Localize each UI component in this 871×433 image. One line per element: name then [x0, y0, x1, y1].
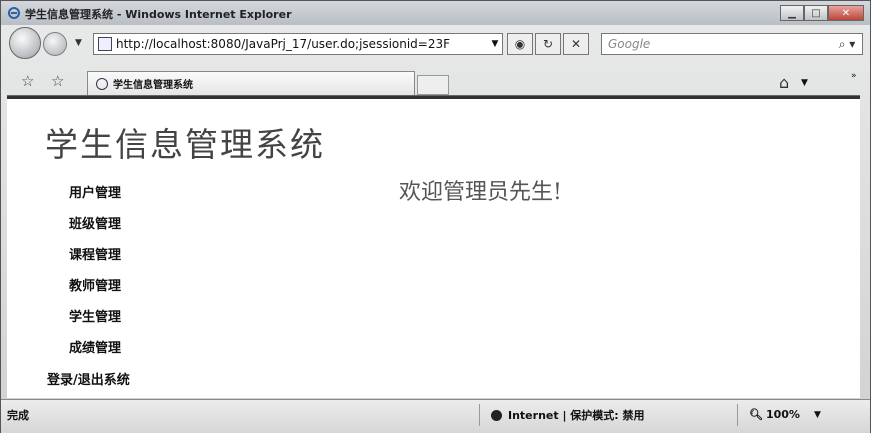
- menu-item-teacher-management[interactable]: 教师管理: [69, 275, 121, 294]
- status-separator: [737, 404, 738, 426]
- refresh-button[interactable]: ↻: [535, 33, 561, 55]
- navigation-bar: ▼ http://localhost:8080/JavaPrj_17/user.…: [1, 25, 870, 65]
- window-controls: ▁ □ ✕: [780, 5, 864, 21]
- menu-item-score-management[interactable]: 成绩管理: [69, 337, 121, 356]
- close-button[interactable]: ✕: [828, 5, 864, 21]
- menu-item-student-management[interactable]: 学生管理: [69, 306, 121, 325]
- add-favorites-icon[interactable]: ☆: [51, 72, 64, 90]
- more-tools-icon[interactable]: »: [851, 71, 857, 81]
- stop-button[interactable]: ✕: [563, 33, 589, 55]
- security-zone[interactable]: Internet | 保护模式: 禁用: [491, 407, 645, 423]
- zoom-dropdown-icon[interactable]: ▼: [814, 410, 821, 420]
- status-text: 完成: [7, 409, 29, 422]
- status-bar: 完成 Internet | 保护模式: 禁用 🔍︎ 100% ▼: [1, 399, 870, 433]
- search-box[interactable]: Google ⌕ ▾: [601, 33, 863, 55]
- forward-button[interactable]: [43, 32, 67, 56]
- search-input[interactable]: Google: [602, 37, 832, 51]
- zoom-control[interactable]: 🔍︎ 100% ▼: [749, 408, 821, 421]
- zoom-level: 100%: [765, 408, 800, 421]
- minimize-button[interactable]: ▁: [780, 5, 804, 21]
- menu-item-user-management[interactable]: 用户管理: [69, 182, 121, 201]
- stop-icon: ✕: [570, 37, 582, 51]
- page-content: 学生信息管理系统 欢迎管理员先生! 用户管理 班级管理 课程管理 教师管理 学生…: [7, 95, 860, 398]
- menu-item-login-logout[interactable]: 登录/退出系统: [47, 369, 130, 388]
- zone-text: Internet | 保护模式: 禁用: [508, 409, 645, 422]
- globe-icon: [491, 409, 502, 421]
- refresh-icon: ↻: [542, 37, 554, 51]
- maximize-icon: □: [811, 7, 821, 19]
- compatibility-view-button[interactable]: ◉: [507, 33, 533, 55]
- address-url[interactable]: http://localhost:8080/JavaPrj_17/user.do…: [116, 37, 488, 51]
- menu-item-course-management[interactable]: 课程管理: [69, 244, 121, 263]
- ie-logo-icon: [8, 7, 20, 19]
- tab-active[interactable]: 学生信息管理系统: [87, 71, 415, 95]
- header-divider: [7, 96, 860, 99]
- back-button[interactable]: [9, 27, 41, 59]
- home-icon[interactable]: ⌂: [779, 73, 789, 92]
- maximize-button[interactable]: □: [804, 5, 828, 21]
- recent-pages-dropdown-icon[interactable]: ▼: [75, 38, 82, 48]
- page-icon: [98, 37, 112, 51]
- tab-label: 学生信息管理系统: [113, 80, 193, 91]
- title-bar: 学生信息管理系统 - Windows Internet Explorer ▁ □…: [1, 1, 870, 25]
- tab-page-icon: [96, 77, 108, 90]
- address-dropdown-icon[interactable]: ▼: [488, 39, 502, 49]
- compatibility-icon: ◉: [514, 37, 526, 51]
- status-separator: [479, 404, 480, 426]
- new-tab-button[interactable]: [417, 75, 449, 95]
- window-title: 学生信息管理系统 - Windows Internet Explorer: [25, 8, 292, 21]
- home-dropdown-icon[interactable]: ▼: [801, 78, 808, 88]
- tab-bar: ☆ ☆ 学生信息管理系统 ⌂ ▼ »: [1, 67, 870, 95]
- minimize-icon: ▁: [788, 7, 796, 19]
- close-icon: ✕: [841, 7, 851, 19]
- zoom-icon: 🔍︎: [749, 408, 763, 421]
- address-bar[interactable]: http://localhost:8080/JavaPrj_17/user.do…: [93, 33, 503, 55]
- menu-item-class-management[interactable]: 班级管理: [69, 213, 121, 232]
- welcome-message: 欢迎管理员先生!: [399, 180, 562, 205]
- favorites-star-icon[interactable]: ☆: [21, 72, 34, 90]
- app-title: 学生信息管理系统: [45, 125, 325, 164]
- search-icon[interactable]: ⌕ ▾: [832, 37, 862, 52]
- browser-window: 学生信息管理系统 - Windows Internet Explorer ▁ □…: [0, 0, 871, 433]
